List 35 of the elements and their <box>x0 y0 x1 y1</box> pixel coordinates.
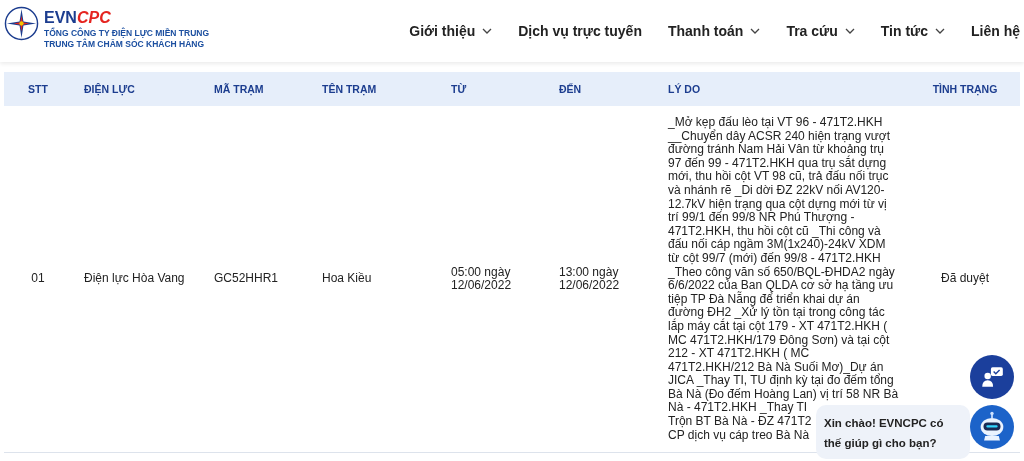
column-header: TỪ <box>450 83 468 95</box>
chat-greeting: Xin chào! EVNCPC có thế giúp gì cho bạn? <box>816 405 970 459</box>
chevron-down-icon <box>482 28 493 34</box>
table-cell-text: Đã duyệt <box>940 272 990 286</box>
table-cell: Nà - 471T2.HKH _Thay TI Trộn BT Bà Nà - ĐZ 471T2 CP dịch vụ cáp treo Bà Nà <box>668 401 812 443</box>
column-header: TÊN TRẠM <box>321 83 378 95</box>
nav-item[interactable]: Liên hệ <box>958 23 1020 39</box>
company-name: TỔNG CÔNG TY ĐIỆN LỰC MIỀN TRUNG <box>44 28 210 39</box>
nav-item[interactable]: Dịch vụ trực tuyến <box>505 23 655 39</box>
logo-icon <box>4 6 39 41</box>
nav-item[interactable]: Giới thiệu <box>396 23 506 39</box>
table-cell-text: Điện lực Hòa Vang <box>83 272 186 286</box>
table-cell-text: 13:00 ngày 12/06/2022 <box>558 265 621 293</box>
table-cell: _Mở kẹp đấu lèo tại VT 96 - 471T2.HKH __Chuyển dây ACSR 240 hiện trạng vượt đường tránh Nam Hải Vân từ khoảng trụ 97 đến 99 - 471T2.HKH qua trụ sắt dựng mới, thu hồi cột VT 98 cũ, trả đấu nối trục và nhánh rẽ _Di dời ĐZ 22kV nối AV120- 12.7kV hiện trạng qua cột dựng mới từ vị trí 99/1 đến 99/8 NR Phú Thượng - 471T2.HKH, thu hồi cột cũ _Thi công và đấu nối cáp ngầm 3M(1x240)-24kV XDM từ cột 99/7 (mới) đến 99/8 - 471T2.HKH _Theo công văn số 650/BQL-ĐHDA2 ngày 6/6/2022 của Ban QLDA cơ sở hạ tầng ưu tiệp TP Đà Nẵng để triển khai dự án đường ĐH2 _Xử lý tồn tại trong công tác lắp máy cắt tại cột 179 - XT 471T2.HKH ( MC 471T2.HKH/179 Đông Sơn) và tại cột 212 - XT 471T2.HKH ( MC 471T2.HKH/212 Bà Nà Suối Mơ)_Dự án JICA _Thay TI, TU định kỳ tại đo đếm tổng Bà Nà (Đo đếm Hoàng Lan) vị trí 58 NR Bà <box>668 116 899 402</box>
column-header: MÃ TRẠM <box>213 83 265 95</box>
chevron-down-icon <box>844 28 855 34</box>
chevron-down-icon <box>935 28 945 34</box>
table-cell-text: 05:00 ngày 12/06/2022 <box>450 265 513 293</box>
support-button[interactable] <box>970 355 1014 399</box>
chatbot-button[interactable] <box>970 405 1014 449</box>
column-header: ĐẾN <box>558 83 583 95</box>
table-cell-text: Hoa Kiều <box>321 272 373 286</box>
column-header: TÌNH TRẠNG <box>931 83 999 95</box>
nav-item[interactable]: Thanh toán <box>654 23 774 39</box>
chevron-down-icon <box>750 28 761 34</box>
brand-name: EVNCPC <box>44 8 112 27</box>
column-header: STT <box>27 83 49 95</box>
person-chat-icon <box>979 364 1005 390</box>
table-cell-text: 01 <box>30 272 46 286</box>
column-header: ĐIỆN LỰC <box>83 83 136 95</box>
table-cell-text: GC52HHR1 <box>213 272 280 286</box>
center-name: TRUNG TÂM CHĂM SÓC KHÁCH HÀNG <box>44 39 206 50</box>
nav-item[interactable]: Tra cứu <box>773 23 868 39</box>
nav-item[interactable]: Tin tức <box>867 23 958 39</box>
column-header: LÝ DO <box>667 83 702 95</box>
